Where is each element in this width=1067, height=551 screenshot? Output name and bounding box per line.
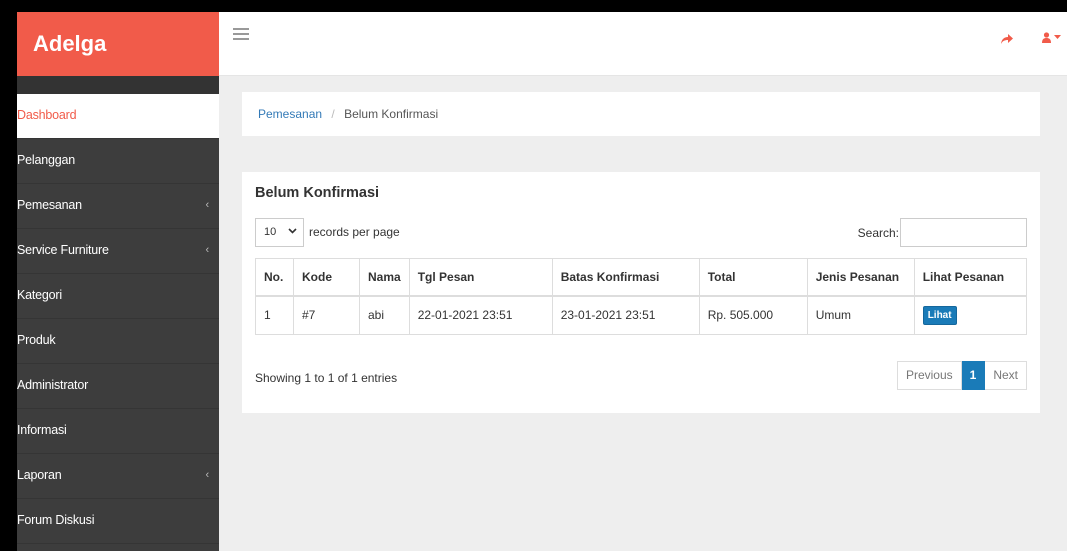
chevron-left-icon: ‹ (205, 244, 210, 256)
sidebar-item-service-furniture[interactable]: Service Furniture ‹ (17, 229, 219, 274)
orders-table: No. Kode Nama Tgl Pesan Batas Konfirmasi… (255, 258, 1028, 335)
sidebar-item-produk[interactable]: Produk (17, 319, 219, 364)
cell-nama: abi (359, 295, 410, 335)
cell-kode: #7 (293, 295, 360, 335)
sidebar-item-label: Pelanggan (17, 153, 75, 167)
brand-logo[interactable]: Adelga (17, 12, 219, 76)
sidebar-item-label: Laporan (17, 468, 62, 482)
column-header-tgl-pesan[interactable]: Tgl Pesan (408, 258, 553, 297)
sidebar-item-pemesanan[interactable]: Pemesanan ‹ (17, 184, 219, 229)
cell-lihat-pesanan: Lihat (913, 295, 1028, 335)
card-title: Belum Konfirmasi (255, 185, 380, 201)
table-info: Showing 1 to 1 of 1 entries (255, 371, 398, 385)
caret-down-icon (1054, 35, 1061, 39)
sidebar: Dashboard Pelanggan Pemesanan ‹ Service Furn… (17, 76, 219, 551)
search-input[interactable] (900, 218, 1027, 247)
records-per-page-value: 10 (264, 226, 277, 238)
hamburger-icon[interactable] (233, 28, 249, 42)
breadcrumb: Pemesanan / Belum Konfirmasi (242, 92, 1040, 136)
user-menu[interactable] (1042, 32, 1061, 43)
sidebar-item-label: Produk (17, 333, 56, 347)
sidebar-item-label: Pemesanan (17, 198, 82, 212)
search-label: Search: (857, 226, 899, 240)
pagination: Previous 1 Next (896, 361, 1027, 390)
table-header-row: No. Kode Nama Tgl Pesan Batas Konfirmasi… (255, 258, 1028, 297)
pagination-previous[interactable]: Previous (896, 361, 962, 390)
pagination-next[interactable]: Next (985, 361, 1027, 390)
sidebar-item-dashboard[interactable]: Dashboard (17, 94, 219, 139)
records-per-page-label: records per page (309, 225, 400, 239)
top-navbar (219, 12, 1067, 76)
breadcrumb-link-pemesanan[interactable]: Pemesanan (258, 107, 322, 121)
lihat-button[interactable]: Lihat (922, 305, 957, 325)
chevron-left-icon: ‹ (205, 199, 210, 211)
cell-jenis-pesanan: Umum (806, 295, 915, 335)
sidebar-item-label: Administrator (17, 378, 89, 392)
column-header-total[interactable]: Total (698, 258, 808, 297)
sidebar-item-label: Forum Diskusi (17, 513, 95, 527)
breadcrumb-separator: / (331, 107, 335, 121)
sidebar-item-informasi[interactable]: Informasi (17, 409, 219, 454)
orders-card: Belum Konfirmasi 10 records per page Sea… (242, 172, 1040, 413)
sidebar-item-label: Kategori (17, 288, 62, 302)
sidebar-item-label: Dashboard (17, 108, 77, 122)
chevron-left-icon: ‹ (205, 469, 210, 481)
cell-total: Rp. 505.000 (698, 295, 808, 335)
pagination-page-1[interactable]: 1 (961, 361, 986, 390)
column-header-batas-konfirmasi[interactable]: Batas Konfirmasi (551, 258, 700, 297)
sidebar-item-pelanggan[interactable]: Pelanggan (17, 139, 219, 184)
table-row: 1 #7 abi 22-01-2021 23:51 23-01-2021 23:… (255, 295, 1028, 335)
sidebar-item-forum-diskusi[interactable]: Forum Diskusi (17, 499, 219, 544)
share-icon[interactable] (1001, 33, 1013, 48)
breadcrumb-current: Belum Konfirmasi (344, 107, 439, 121)
column-header-lihat-pesanan[interactable]: Lihat Pesanan (913, 258, 1028, 297)
sidebar-item-kategori[interactable]: Kategori (17, 274, 219, 319)
user-icon (1042, 32, 1051, 43)
records-per-page-select[interactable]: 10 (255, 218, 304, 247)
sidebar-item-label: Service Furniture (17, 243, 109, 257)
app-window: Adelga Dashboard Pelanggan Pemesanan ‹ Servi… (17, 12, 1067, 551)
column-header-nama[interactable]: Nama (359, 258, 410, 297)
column-header-kode[interactable]: Kode (293, 258, 360, 297)
sidebar-menu: Dashboard Pelanggan Pemesanan ‹ Service Furn… (17, 94, 219, 544)
sidebar-item-administrator[interactable]: Administrator (17, 364, 219, 409)
chevron-down-icon (288, 226, 297, 236)
sidebar-item-label: Informasi (17, 423, 67, 437)
cell-no: 1 (255, 295, 294, 335)
cell-tgl-pesan: 22-01-2021 23:51 (408, 295, 553, 335)
column-header-no[interactable]: No. (255, 258, 294, 297)
column-header-jenis-pesanan[interactable]: Jenis Pesanan (806, 258, 915, 297)
table-controls: 10 records per page Search: (255, 218, 1027, 256)
sidebar-item-laporan[interactable]: Laporan ‹ (17, 454, 219, 499)
cell-batas-konfirmasi: 23-01-2021 23:51 (551, 295, 700, 335)
